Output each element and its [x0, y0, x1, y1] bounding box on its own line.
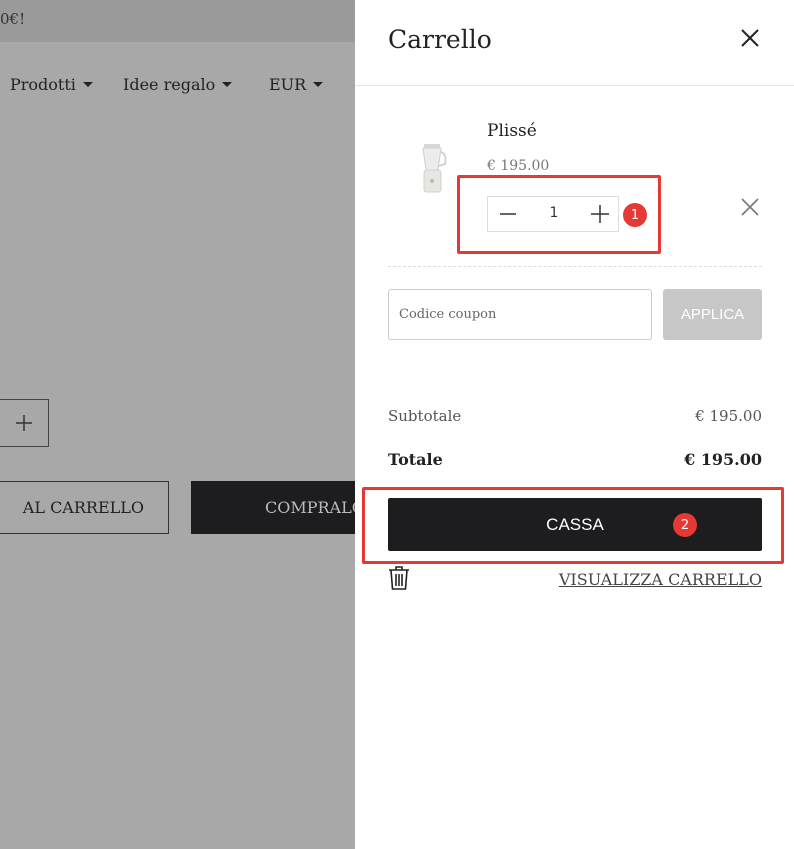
- total-label: Totale: [388, 450, 443, 469]
- nav-products[interactable]: Prodotti: [10, 75, 93, 94]
- close-cart-button[interactable]: [740, 28, 760, 48]
- chevron-down-icon: [222, 82, 233, 87]
- plus-icon: [16, 415, 32, 431]
- clear-cart-button[interactable]: [388, 566, 410, 590]
- coupon-input[interactable]: [388, 289, 652, 340]
- background-page: 0€! Prodotti Idee regalo EUR AL CARRELLO…: [0, 0, 365, 849]
- close-icon: [741, 29, 759, 47]
- trash-icon: [389, 566, 409, 590]
- apply-coupon-button[interactable]: APPLICA: [663, 289, 762, 340]
- annotation-badge-2: 2: [673, 513, 697, 537]
- product-thumbnail[interactable]: [415, 140, 451, 198]
- chevron-down-icon: [82, 82, 93, 87]
- close-icon: [741, 198, 759, 216]
- item-name[interactable]: Plissé: [487, 121, 537, 141]
- promo-text: 0€!: [0, 10, 26, 28]
- subtotal-value: € 195.00: [695, 407, 762, 425]
- item-divider: [388, 266, 762, 267]
- subtotal-label: Subtotale: [388, 407, 462, 425]
- nav-gift-ideas[interactable]: Idee regalo: [123, 75, 233, 94]
- cart-title: Carrello: [388, 25, 492, 54]
- cart-drawer: Carrello Plissé € 195.00 1 1 APPLICA Sub…: [355, 0, 794, 849]
- product-qty-plus-button[interactable]: [0, 399, 49, 447]
- annotation-badge-1: 1: [623, 203, 647, 227]
- remove-item-button[interactable]: [740, 197, 760, 217]
- buy-now-button[interactable]: COMPRALO: [191, 481, 365, 534]
- chevron-down-icon: [313, 82, 324, 87]
- promo-bar: 0€!: [0, 0, 355, 42]
- header-divider: [355, 85, 794, 86]
- checkout-button[interactable]: CASSA: [388, 498, 762, 551]
- item-price: € 195.00: [487, 158, 550, 174]
- total-value: € 195.00: [684, 450, 762, 469]
- view-cart-link[interactable]: VISUALIZZA CARRELLO: [559, 570, 762, 589]
- blender-image: [422, 144, 447, 193]
- currency-selector[interactable]: EUR: [269, 75, 324, 94]
- add-to-cart-button[interactable]: AL CARRELLO: [0, 481, 169, 534]
